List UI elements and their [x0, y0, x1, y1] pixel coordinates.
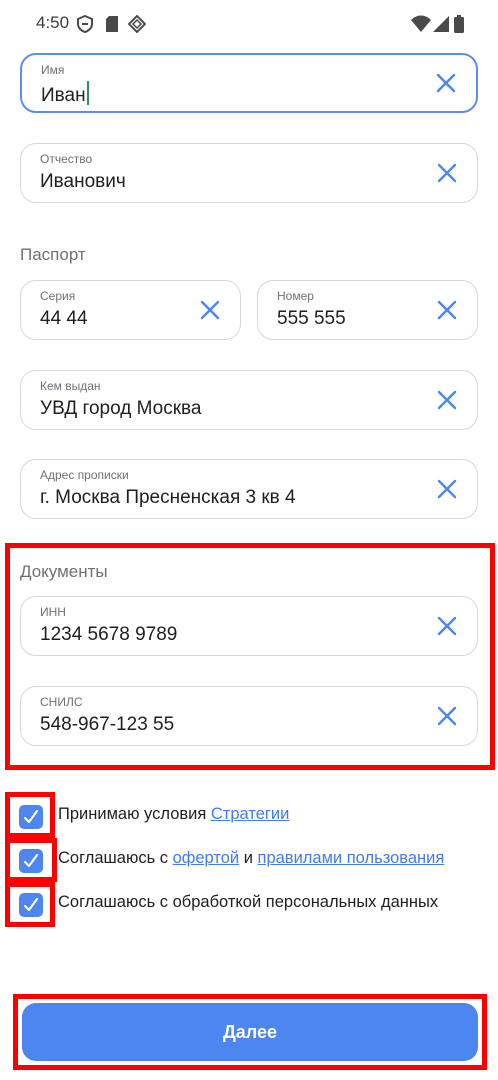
inn-field[interactable]: ИНН 1234 5678 9789	[20, 596, 478, 656]
passport-number-value: 555 555	[277, 308, 346, 329]
passport-series-label: Серия	[40, 289, 76, 303]
agreement-strategy-row: Принимаю условия Стратегии	[0, 804, 498, 838]
signal-icon	[432, 15, 450, 33]
snils-field[interactable]: СНИЛС 548-967-123 55	[20, 686, 478, 746]
clear-icon[interactable]	[435, 72, 457, 94]
passport-section-title: Паспорт	[20, 245, 86, 264]
agreement-offer-text: Соглашаюсь с офертой и правилами пользов…	[58, 849, 445, 867]
strategy-link[interactable]: Стратегии	[211, 805, 289, 823]
checkmark-icon	[23, 897, 39, 912]
status-bar: 4:50	[0, 0, 498, 48]
passport-series-field[interactable]: Серия 44 44	[20, 280, 241, 340]
inn-value: 1234 5678 9789	[40, 624, 178, 645]
offer-link[interactable]: офертой	[173, 849, 240, 867]
terms-of-use-link[interactable]: правилами пользования	[258, 849, 445, 867]
clear-icon[interactable]	[436, 615, 458, 637]
checkmark-icon	[23, 809, 39, 824]
address-value: г. Москва Пресненская 3 кв 4	[40, 487, 296, 508]
clear-icon[interactable]	[436, 478, 458, 500]
inn-label: ИНН	[40, 605, 66, 619]
snils-value: 548-967-123 55	[40, 714, 175, 735]
issued-by-label: Кем выдан	[40, 379, 101, 393]
address-field[interactable]: Адрес прописки г. Москва Пресненская 3 к…	[20, 459, 478, 519]
agreement-personal-data-checkbox[interactable]	[19, 893, 43, 917]
battery-icon	[454, 15, 464, 33]
agreement-personal-data-text: Соглашаюсь с обработкой персональных дан…	[58, 893, 439, 911]
first-name-field[interactable]: Имя Иван	[20, 53, 478, 113]
shield-icon	[76, 15, 94, 33]
next-button[interactable]: Далее	[22, 1003, 478, 1061]
address-label: Адрес прописки	[40, 468, 129, 482]
passport-number-label: Номер	[277, 289, 314, 303]
clear-icon[interactable]	[436, 162, 458, 184]
patronymic-field[interactable]: Отчество Иванович	[20, 143, 478, 203]
clear-icon[interactable]	[436, 389, 458, 411]
agreement-personal-data-row: Соглашаюсь с обработкой персональных дан…	[0, 892, 498, 926]
first-name-label: Имя	[41, 63, 65, 77]
documents-section-title: Документы	[20, 562, 108, 581]
clear-icon[interactable]	[199, 299, 221, 321]
patronymic-label: Отчество	[40, 152, 93, 166]
sd-card-icon	[104, 15, 122, 33]
patronymic-value: Иванович	[40, 171, 126, 192]
issued-by-value: УВД город Москва	[40, 398, 202, 419]
wifi-icon	[410, 15, 432, 33]
checkmark-icon	[23, 853, 39, 868]
passport-series-value: 44 44	[40, 308, 88, 329]
diamond-icon	[128, 15, 146, 33]
first-name-value: Иван	[41, 81, 89, 107]
agreement-offer-row: Соглашаюсь с офертой и правилами пользов…	[0, 848, 498, 882]
status-time: 4:50	[36, 13, 70, 32]
agreement-strategy-text: Принимаю условия Стратегии	[58, 805, 290, 823]
text-cursor	[86, 81, 89, 105]
clear-icon[interactable]	[436, 299, 458, 321]
agreement-offer-checkbox[interactable]	[19, 849, 43, 873]
clear-icon[interactable]	[436, 705, 458, 727]
passport-number-field[interactable]: Номер 555 555	[257, 280, 478, 340]
agreement-strategy-checkbox[interactable]	[19, 805, 43, 829]
issued-by-field[interactable]: Кем выдан УВД город Москва	[20, 370, 478, 430]
snils-label: СНИЛС	[40, 695, 83, 709]
